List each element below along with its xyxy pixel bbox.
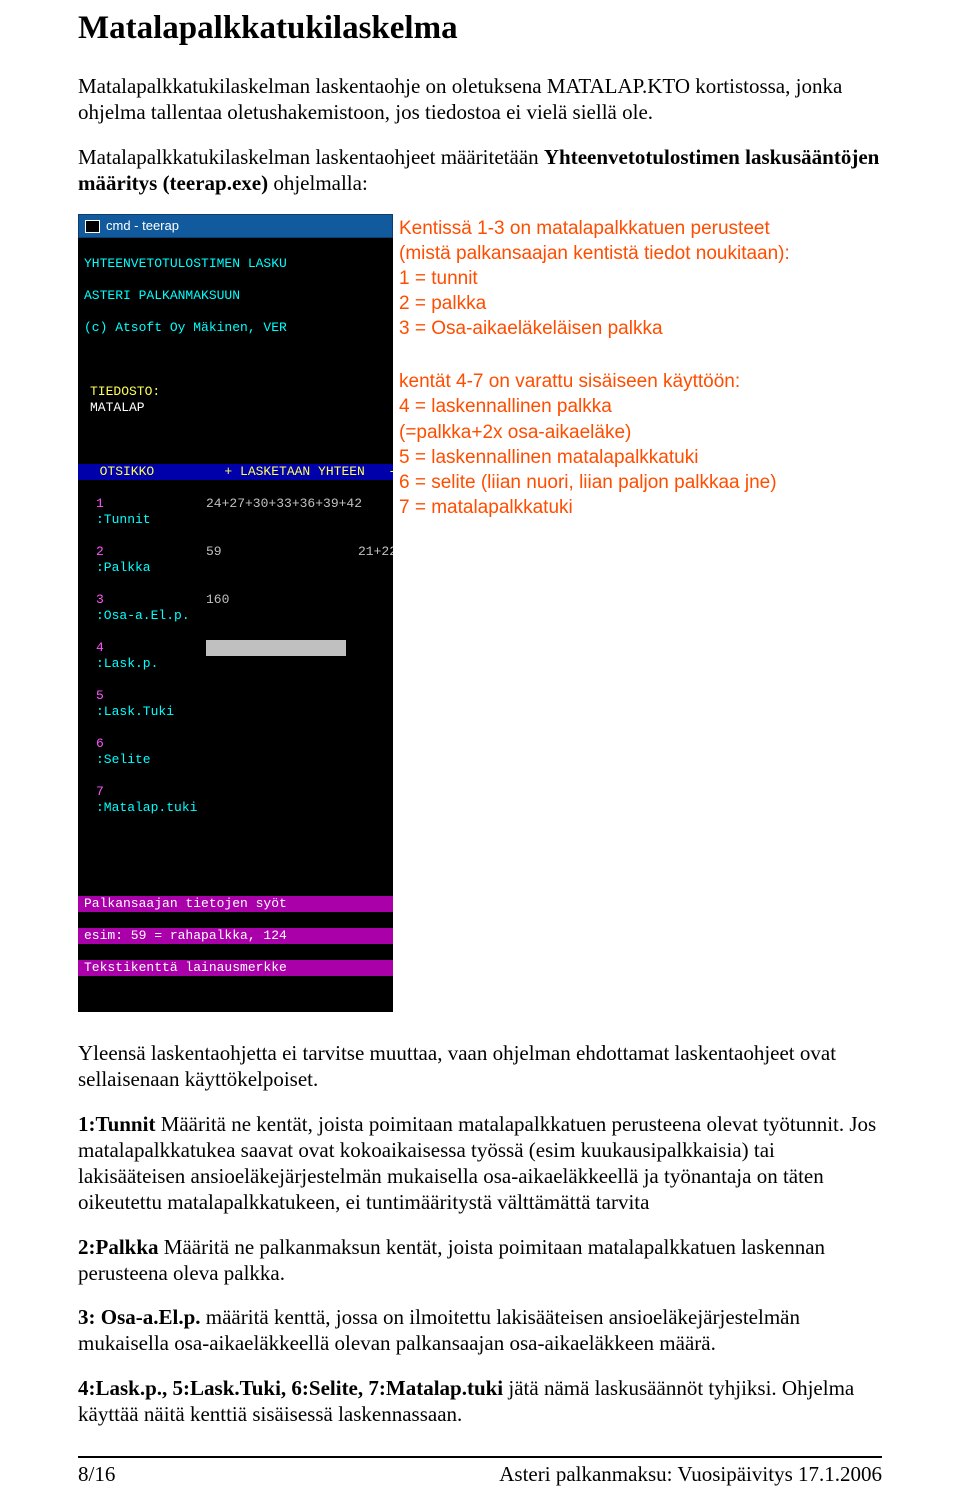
- term-row-c1: 160: [200, 592, 352, 624]
- terminal-body: YHTEENVETOTULOSTIMEN LASKU ASTERI PALKAN…: [78, 238, 393, 1012]
- note-line: 7 = matalapalkkatuki: [399, 495, 882, 520]
- term-line: ASTERI PALKANMAKSUUN: [78, 288, 393, 304]
- term-tiedosto-label: TIEDOSTO:: [84, 384, 387, 400]
- note-line: 6 = selite (liian nuori, liian paljon pa…: [399, 470, 882, 495]
- label-1-tunnit: 1:Tunnit: [78, 1112, 155, 1136]
- term-row-label: :Palkka: [90, 560, 194, 576]
- text-1-tunnit: Määritä ne kentät, joista poimitaan mata…: [78, 1112, 876, 1215]
- term-tiedosto: TIEDOSTO:MATALAP: [78, 384, 393, 416]
- term-caret: _: [206, 640, 346, 656]
- term-blank: [78, 832, 393, 848]
- term-row-label: :Selite: [90, 752, 194, 768]
- term-line: (c) Atsoft Oy Mäkinen, VER: [78, 320, 393, 336]
- term-row-c1: 59: [200, 544, 352, 576]
- terminal-titlebar: cmd - teerap: [78, 214, 393, 238]
- term-row-n: 7: [90, 784, 194, 800]
- term-row: 4:Lask.p. _: [78, 640, 393, 672]
- term-row: 7:Matalap.tuki: [78, 784, 393, 816]
- term-foot: Palkansaajan tietojen syöt: [78, 896, 393, 912]
- term-row-n: 5: [90, 688, 194, 704]
- term-header: OTSIKKO + LASKETAAN YHTEEN - VÄHENNETÄÄN…: [78, 464, 393, 480]
- term-row-n: 6: [90, 736, 194, 752]
- body-para-rest: 4:Lask.p., 5:Lask.Tuki, 6:Selite, 7:Mata…: [78, 1375, 882, 1428]
- term-row-n: 3: [90, 592, 194, 608]
- term-row-label: :Tunnit: [90, 512, 194, 528]
- terminal-icon: [85, 220, 100, 233]
- page-footer: 8/16 Asteri palkanmaksu: Vuosipäivitys 1…: [78, 1456, 882, 1487]
- body-para: Yleensä laskentaohjetta ei tarvitse muut…: [78, 1040, 882, 1093]
- note-line: (=palkka+2x osa-aikaeläke): [399, 420, 882, 445]
- term-row-label: :Matalap.tuki: [90, 800, 194, 816]
- term-row: 2:Palkka 5921+22: [78, 544, 393, 576]
- intro-para-1: Matalapalkkatukilaskelman laskentaohje o…: [78, 73, 882, 126]
- body-para-palkka: 2:Palkka Määritä ne palkanmaksun kentät,…: [78, 1234, 882, 1287]
- footer-rule: [78, 1456, 882, 1458]
- note-block-1: Kentissä 1-3 on matalapalkkatuen peruste…: [399, 216, 882, 341]
- label-2-palkka: 2:Palkka: [78, 1235, 159, 1259]
- note-line: 2 = palkka: [399, 291, 882, 316]
- body-para-tunnit: 1:Tunnit Määritä ne kentät, joista poimi…: [78, 1111, 882, 1216]
- term-row-label: :Lask.Tuki: [90, 704, 194, 720]
- term-blank: [78, 432, 393, 448]
- page-title: Matalapalkkatukilaskelma: [78, 10, 882, 47]
- intro-2c: ohjelmalla:: [268, 171, 368, 195]
- terminal-title: cmd - teerap: [106, 218, 179, 234]
- label-4-rest: 4:Lask.p., 5:Lask.Tuki, 6:Selite, 7:Mata…: [78, 1376, 503, 1400]
- term-row-n: 2: [90, 544, 194, 560]
- term-foot: Tekstikenttä lainausmerkke: [78, 960, 393, 976]
- label-3-osa: 3: Osa-a.El.p.: [78, 1305, 201, 1329]
- note-line: Kentissä 1-3 on matalapalkkatuen peruste…: [399, 216, 882, 241]
- term-row: 3:Osa-a.El.p. 160: [78, 592, 393, 624]
- note-line: 5 = laskennallinen matalapalkkatuki: [399, 445, 882, 470]
- term-row-label: :Lask.p.: [90, 656, 194, 672]
- term-row-c2: [352, 592, 364, 624]
- term-tiedosto-val: MATALAP: [84, 400, 387, 416]
- term-line: YHTEENVETOTULOSTIMEN LASKU: [78, 256, 393, 272]
- term-row-n: 1: [90, 496, 194, 512]
- figure: cmd - teerap YHTEENVETOTULOSTIMEN LASKU …: [78, 214, 882, 1012]
- term-row-label: :Osa-a.El.p.: [90, 608, 194, 624]
- note-line: 4 = laskennallinen palkka: [399, 394, 882, 419]
- body-para-osa: 3: Osa-a.El.p. määritä kenttä, jossa on …: [78, 1304, 882, 1357]
- note-block-2: kentät 4-7 on varattu sisäiseen käyttöön…: [399, 369, 882, 519]
- term-row: 6:Selite: [78, 736, 393, 768]
- note-line: 1 = tunnit: [399, 266, 882, 291]
- footer-page-number: 8/16: [78, 1462, 115, 1487]
- term-row-c2: 21+22: [352, 544, 393, 576]
- term-blank: [78, 352, 393, 368]
- text-2-palkka: Määritä ne palkanmaksun kentät, joista p…: [78, 1235, 825, 1285]
- term-blank: [78, 864, 393, 880]
- terminal-screenshot: cmd - teerap YHTEENVETOTULOSTIMEN LASKU …: [78, 214, 393, 1012]
- term-foot: esim: 59 = rahapalkka, 124: [78, 928, 393, 944]
- term-row-c2: [352, 496, 364, 528]
- term-row-n: 4: [90, 640, 194, 656]
- term-row: 5:Lask.Tuki: [78, 688, 393, 720]
- intro-para-2: Matalapalkkatukilaskelman laskentaohjeet…: [78, 144, 882, 197]
- note-line: 3 = Osa-aikaeläkeläisen palkka: [399, 316, 882, 341]
- term-row: 1:Tunnit 24+27+30+33+36+39+42: [78, 496, 393, 528]
- note-line: kentät 4-7 on varattu sisäiseen käyttöön…: [399, 369, 882, 394]
- note-line: (mistä palkansaajan kentistä tiedot nouk…: [399, 241, 882, 266]
- footer-doc-title: Asteri palkanmaksu: Vuosipäivitys 17.1.2…: [499, 1462, 882, 1487]
- annotation-notes: Kentissä 1-3 on matalapalkkatuen peruste…: [399, 214, 882, 548]
- term-row-c1: 24+27+30+33+36+39+42: [200, 496, 352, 528]
- intro-2a: Matalapalkkatukilaskelman laskentaohjeet…: [78, 145, 544, 169]
